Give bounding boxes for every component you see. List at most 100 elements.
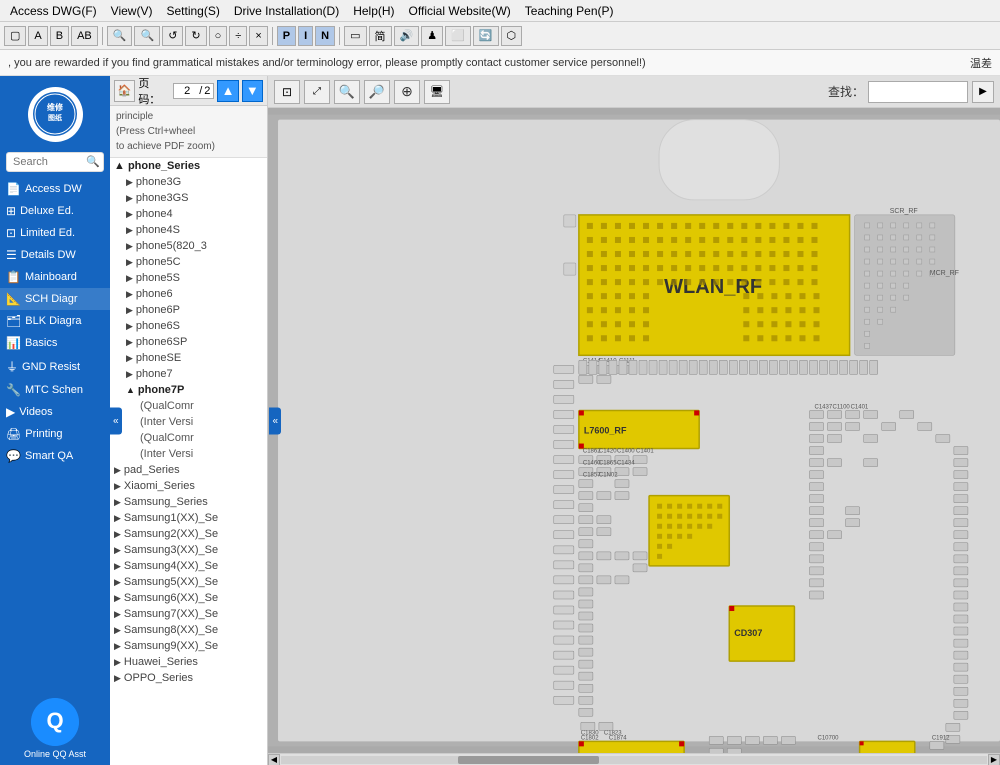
tree-item[interactable]: ▶Samsung7(XX)_Se [110, 606, 267, 622]
tree-item[interactable]: ▶phone5C [110, 254, 267, 270]
sidebar-item-limited[interactable]: ⊡ Limited Ed. [0, 222, 110, 244]
tree-item-phone7p[interactable]: ▲phone7P [110, 382, 267, 398]
tree-item[interactable]: (Inter Versi [110, 414, 267, 430]
toolbar-btn-i[interactable]: I [298, 26, 313, 46]
toolbar-btn-white[interactable]: ⬜ [445, 26, 471, 46]
tree-item[interactable]: ▶Samsung1(XX)_Se [110, 510, 267, 526]
pdf-up-btn[interactable]: ▲ [217, 80, 238, 102]
viewer-zoom-plus-btn[interactable]: ⊕ [394, 80, 420, 104]
sidebar-item-details[interactable]: ☰ Details DW [0, 244, 110, 266]
tree-item[interactable]: (Inter Versi [110, 446, 267, 462]
sidebar-item-mtc[interactable]: 🔧 MTC Schen [0, 379, 110, 401]
toolbar-btn-x[interactable]: × [249, 26, 267, 46]
tree-item[interactable]: ▶phone6S [110, 318, 267, 334]
viewer-search-btn[interactable]: ▶ [972, 81, 994, 103]
tree-item[interactable]: ▶Samsung6(XX)_Se [110, 590, 267, 606]
toolbar-btn-ab[interactable]: AB [71, 26, 98, 46]
sidebar-item-deluxe[interactable]: ⊞ Deluxe Ed. [0, 200, 110, 222]
sidebar-item-basics[interactable]: 📊 Basics [0, 332, 110, 354]
h-scrollbar[interactable]: ◀ ▶ [268, 753, 1000, 765]
page-sep: / [199, 85, 202, 97]
svg-text:C1865: C1865 [599, 461, 617, 467]
tree-item[interactable]: ▶Samsung3(XX)_Se [110, 542, 267, 558]
tree-item[interactable]: ▶Samsung_Series [110, 494, 267, 510]
logo-svg: 维修 图纸 [33, 92, 77, 136]
toolbar-btn-simple[interactable]: 简 [369, 26, 392, 46]
tree-item[interactable]: ▶Samsung8(XX)_Se [110, 622, 267, 638]
tree-item[interactable]: ▶phone4S [110, 222, 267, 238]
viewer-zoom-out-btn[interactable]: 🔎 [364, 80, 390, 104]
viewer-zoom-fit-btn[interactable]: ⤢ [304, 80, 330, 104]
toolbar-btn-circle[interactable]: ○ [209, 26, 228, 46]
scrollbar-thumb[interactable] [458, 756, 599, 764]
tree-item[interactable]: ▶Samsung5(XX)_Se [110, 574, 267, 590]
tree-item[interactable]: ▶Samsung9(XX)_Se [110, 638, 267, 654]
tree-item[interactable]: ▶Huawei_Series [110, 654, 267, 670]
tree-item[interactable]: ▶phone3G [110, 174, 267, 190]
tree-item[interactable]: ▶phone7 [110, 366, 267, 382]
sidebar-item-blk[interactable]: 🗂 BLK Diagra [0, 310, 110, 332]
menu-drive[interactable]: Drive Installation(D) [228, 3, 345, 19]
toolbar-btn-n[interactable]: N [315, 26, 335, 46]
toolbar-btn-zoomout[interactable]: 🔍 [134, 26, 160, 46]
menu-teaching[interactable]: Teaching Pen(P) [519, 3, 620, 19]
toolbar-btn-undo[interactable]: ↺ [162, 26, 183, 46]
collapse-tree-btn[interactable]: « [269, 407, 281, 434]
tree-item[interactable]: ▶phone3GS [110, 190, 267, 206]
menu-website[interactable]: Official Website(W) [403, 3, 517, 19]
tree-item[interactable]: ▶phone5(820_3 [110, 238, 267, 254]
toolbar-btn-b[interactable]: B [50, 26, 69, 46]
scroll-right-btn[interactable]: ▶ [988, 754, 1000, 765]
sidebar-item-sch[interactable]: 📐 SCH Diagr [0, 288, 110, 310]
tree-item[interactable]: ▶pad_Series [110, 462, 267, 478]
menu-view[interactable]: View(V) [105, 3, 159, 19]
pdf-home-btn[interactable]: 🏠 [114, 80, 135, 102]
toolbar-btn-rect[interactable]: ▭ [344, 26, 366, 46]
tree-item[interactable]: ▶Samsung2(XX)_Se [110, 526, 267, 542]
tree-item[interactable]: (QualComr [110, 398, 267, 414]
scroll-left-btn[interactable]: ◀ [268, 754, 280, 765]
sidebar-item-access-dw[interactable]: 📄 Access DW [0, 178, 110, 200]
tree-item[interactable]: ▶phone4 [110, 206, 267, 222]
tree-item[interactable]: ▶phoneSE [110, 350, 267, 366]
viewer-zoom-in-btn[interactable]: 🔍 [334, 80, 360, 104]
qq-avatar[interactable]: Q [31, 698, 79, 746]
toolbar-btn-p[interactable]: P [277, 26, 296, 46]
menu-help[interactable]: Help(H) [347, 3, 400, 19]
toolbar-btn-a[interactable]: A [28, 26, 47, 46]
toolbar-btn-hex[interactable]: ⬡ [501, 26, 523, 46]
tree-item[interactable]: ▶Xiaomi_Series [110, 478, 267, 494]
sidebar-item-mainboard[interactable]: 📋 Mainboard [0, 266, 110, 288]
sidebar-item-gnd[interactable]: ⏚ GND Resist [0, 354, 110, 379]
tree-item[interactable]: ▶Samsung4(XX)_Se [110, 558, 267, 574]
toolbar-btn-pin[interactable]: ♟ [421, 26, 443, 46]
search-icon[interactable]: 🔍 [86, 155, 100, 168]
tree-item[interactable]: ▲ phone_Series [110, 158, 267, 174]
toolbar-btn-refresh[interactable]: 🔄 [473, 26, 499, 46]
svg-text:C1823: C1823 [604, 730, 622, 736]
tree-item[interactable]: ▶phone6P [110, 302, 267, 318]
tree-item[interactable]: (QualComr [110, 430, 267, 446]
tree-item[interactable]: ▶OPPO_Series [110, 670, 267, 686]
toolbar-btn-div[interactable]: ÷ [229, 26, 247, 46]
scrollbar-track[interactable] [281, 756, 987, 764]
sidebar-item-videos[interactable]: ▶ Videos [0, 401, 110, 423]
viewer-fit-btn[interactable]: ⊡ [274, 80, 300, 104]
sidebar-item-printing[interactable]: 🖨 Printing [0, 423, 110, 445]
pdf-down-btn[interactable]: ▼ [242, 80, 263, 102]
tree-item[interactable]: ▶phone6SP [110, 334, 267, 350]
svg-text:C1401: C1401 [636, 449, 654, 455]
viewer-search-input[interactable] [868, 81, 968, 103]
toolbar-btn-redo[interactable]: ↻ [185, 26, 206, 46]
toolbar-btn-new[interactable]: ▢ [4, 26, 26, 46]
toolbar-btn-zoomin[interactable]: 🔍 [107, 26, 133, 46]
viewer-screen-btn[interactable]: 🖥 [424, 80, 450, 104]
sidebar-item-smart-qa[interactable]: 💬 Smart QA [0, 445, 110, 467]
tree-item[interactable]: ▶phone5S [110, 270, 267, 286]
toolbar-btn-audio[interactable]: 🔊 [394, 26, 420, 46]
menu-access-dwg[interactable]: Access DWG(F) [4, 3, 103, 19]
qa-icon: 💬 [6, 449, 21, 463]
page-input[interactable] [177, 85, 197, 97]
menu-setting[interactable]: Setting(S) [160, 3, 225, 19]
tree-item[interactable]: ▶phone6 [110, 286, 267, 302]
